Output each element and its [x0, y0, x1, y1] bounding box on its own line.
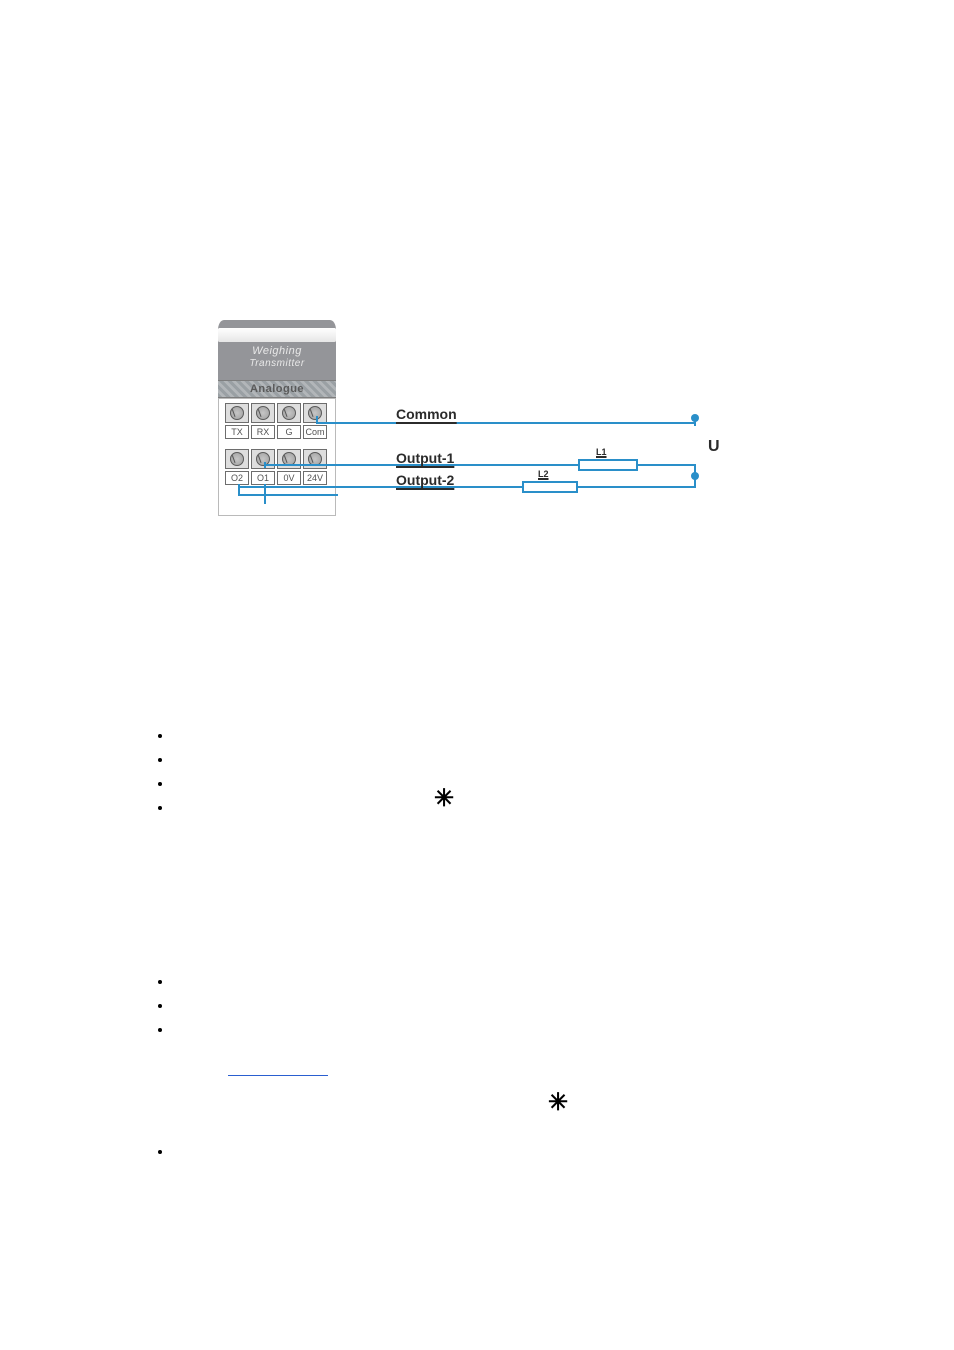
bullet-item [173, 796, 825, 820]
module-title-line1: Weighing [252, 345, 302, 357]
terminal [225, 449, 249, 469]
wire [694, 476, 696, 488]
asterisk-icon: ✳ [434, 784, 454, 813]
terminal-label: TX [225, 425, 249, 439]
terminal [225, 403, 249, 423]
u-label: U [708, 438, 720, 456]
analogue-band: Analogue [218, 380, 336, 398]
bullet-group-2 [145, 970, 825, 1042]
net-label-common: Common [396, 406, 457, 422]
module-body: TX RX G Com O2 O1 0V 24V [218, 398, 336, 516]
wire [238, 494, 338, 496]
wiring-diagram: Weighing Transmitter Analogue TX RX G Co… [218, 320, 738, 525]
screw-icon [282, 406, 296, 420]
bullet-group-1 [145, 724, 825, 820]
hyperlink-underline [228, 1074, 328, 1076]
screw-icon [230, 406, 244, 420]
wire [636, 464, 696, 466]
screw-icon [230, 452, 244, 466]
net-label-out2: Output-2 [396, 472, 454, 488]
load-l1-label: L1 [596, 447, 607, 457]
wire [238, 486, 524, 488]
node-dot [691, 414, 699, 422]
load-l2 [522, 481, 578, 493]
bullet-item [173, 772, 825, 796]
terminal [277, 449, 301, 469]
terminal [251, 403, 275, 423]
terminal-label: RX [251, 425, 275, 439]
bullet-item [173, 994, 825, 1018]
screw-icon [256, 406, 270, 420]
bullet-item [173, 724, 825, 748]
screw-icon [308, 406, 322, 420]
terminal-label: 0V [277, 471, 301, 485]
terminal [277, 403, 301, 423]
terminal-label: O1 [251, 471, 275, 485]
terminal-label: G [277, 425, 301, 439]
load-l1 [578, 459, 638, 471]
load-l2-label: L2 [538, 469, 549, 479]
wire [316, 422, 696, 424]
wire [576, 486, 696, 488]
module-header: Weighing Transmitter [218, 320, 336, 380]
terminal [303, 403, 327, 423]
bullet-item [173, 748, 825, 772]
asterisk-icon: ✳ [548, 1088, 568, 1117]
terminal [251, 449, 275, 469]
net-label-out1: Output-1 [396, 450, 454, 466]
module-title-line2: Transmitter [218, 358, 336, 369]
bullet-item [173, 1140, 825, 1164]
terminal-label: Com [303, 425, 327, 439]
terminal-labels-2: O2 O1 0V 24V [225, 471, 331, 485]
bullet-group-3 [145, 1140, 825, 1164]
terminal [303, 449, 327, 469]
bullet-item [173, 1018, 825, 1042]
bullet-item [173, 970, 825, 994]
terminal-labels-1: TX RX G Com [225, 425, 331, 439]
terminal-row-2 [225, 449, 331, 469]
terminal-label: O2 [225, 471, 249, 485]
module-title: Weighing Transmitter [218, 346, 336, 369]
transmitter-module: Weighing Transmitter Analogue TX RX G Co… [218, 320, 336, 520]
module-grip [218, 328, 336, 342]
wire [264, 466, 266, 468]
terminal-label: 24V [303, 471, 327, 485]
